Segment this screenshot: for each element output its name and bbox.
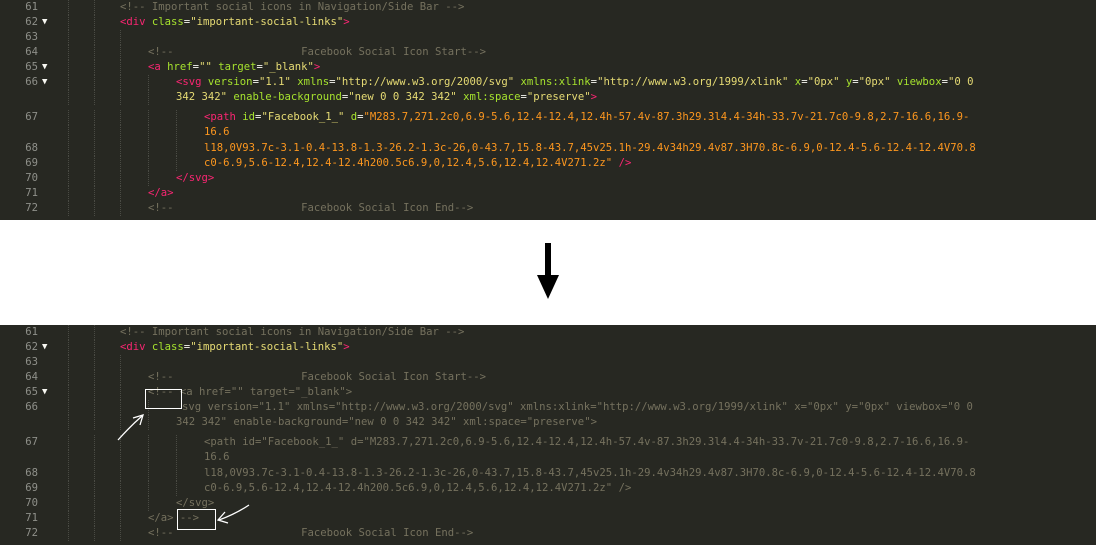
line-number: 70 (25, 172, 38, 184)
line-number: 66 (25, 76, 38, 88)
code-line: 65 ▼ <a href="" target="_blank"> (0, 60, 1096, 75)
code-text: <div class="important-social-links"> (120, 16, 350, 28)
code-line: 69 c0-6.9,5.6-12.4,12.4-12.4h200.5c6.9,0,… (0, 156, 1096, 171)
code-line: 62 ▼ <div class="important-social-links"> (0, 15, 1096, 30)
code-editor-before: 61 <!-- Important social icons in Navigat… (0, 0, 1096, 220)
code-text: <a href="" target="_blank"> (148, 61, 321, 73)
code-line: 72 <!-- Facebook Social Icon End--> (0, 201, 1096, 216)
code-line: 64 <!-- Facebook Social Icon Start--> (0, 45, 1096, 60)
code-editor-after: 61 <!-- Important social icons in Navigat… (0, 325, 1096, 545)
line-number: 62 (25, 16, 38, 28)
line-number: 68 (25, 142, 38, 154)
line-number: 72 (25, 527, 38, 539)
code-line: 70 </svg> (0, 171, 1096, 186)
line-number: 63 (25, 356, 38, 368)
line-number: 69 (25, 482, 38, 494)
code-line: 62 ▼ <div class="important-social-links"> (0, 340, 1096, 355)
code-line: 64 <!-- Facebook Social Icon Start--> (0, 370, 1096, 385)
fold-toggle-icon[interactable]: ▼ (42, 340, 47, 355)
code-line: 71 </a> (0, 186, 1096, 201)
line-number: 66 (25, 401, 38, 413)
code-line: 65 ▼ <!-- <a href="" target="_blank"> (0, 385, 1096, 400)
line-number: 72 (25, 202, 38, 214)
line-number: 64 (25, 371, 38, 383)
code-line: 66 svg version="1.1" xmlns="http://www.w3… (0, 400, 1096, 415)
line-number: 65 (25, 61, 38, 73)
line-number: 69 (25, 157, 38, 169)
line-number: 63 (25, 31, 38, 43)
line-number: 71 (25, 512, 38, 524)
code-line: 67 <path id="Facebook_1_" d="M283.7,271.2… (0, 435, 1096, 450)
line-number: 64 (25, 46, 38, 58)
code-line: 16.6 (0, 450, 1096, 465)
code-text: <svg version="1.1" xmlns="http://www.w3.… (176, 76, 974, 88)
code-line: 63 (0, 30, 1096, 45)
code-text: 342 342" enable-background="new 0 0 342 … (176, 91, 598, 103)
code-line: 71 </a> --> (0, 511, 1096, 526)
fold-toggle-icon[interactable]: ▼ (42, 60, 47, 75)
code-line: 61 <!-- Important social icons in Navigat… (0, 0, 1096, 15)
fold-toggle-icon[interactable]: ▼ (42, 75, 47, 90)
line-number: 71 (25, 187, 38, 199)
code-line: 70 </svg> (0, 496, 1096, 511)
line-number: 67 (25, 111, 38, 123)
line-number: 61 (25, 1, 38, 13)
code-line: 67 <path id="Facebook_1_" d="M283.7,271.2… (0, 110, 1096, 125)
code-text: <path id="Facebook_1_" d="M283.7,271.2c0… (204, 111, 970, 123)
fold-toggle-icon[interactable]: ▼ (42, 385, 47, 400)
code-text: c0-6.9,5.6-12.4,12.4-12.4h200.5c6.9,0,12… (204, 157, 632, 169)
code-line: 72 <!-- Facebook Social Icon End--> (0, 526, 1096, 541)
line-number: 67 (25, 436, 38, 448)
code-line: 16.6 (0, 125, 1096, 140)
code-line: 342 342" enable-background="new 0 0 342 … (0, 90, 1096, 105)
fold-toggle-icon[interactable]: ▼ (42, 15, 47, 30)
arrow-down-icon (537, 243, 559, 299)
code-line: 69 c0-6.9,5.6-12.4,12.4-12.4h200.5c6.9,0,… (0, 481, 1096, 496)
code-line: 66 ▼ <svg version="1.1" xmlns="http://www.… (0, 75, 1096, 90)
line-number: 62 (25, 341, 38, 353)
line-number: 68 (25, 467, 38, 479)
code-text: <div class="important-social-links"> (120, 341, 350, 353)
code-line: 68 l18,0V93.7c-3.1-0.4-13.8-1.3-26.2-1.3c… (0, 466, 1096, 481)
code-line: 63 (0, 355, 1096, 370)
code-line: 61 <!-- Important social icons in Navigat… (0, 325, 1096, 340)
line-number: 65 (25, 386, 38, 398)
line-number: 61 (25, 326, 38, 338)
line-number: 70 (25, 497, 38, 509)
code-line: 342 342" enable-background="new 0 0 342 … (0, 415, 1096, 430)
code-line: 68 l18,0V93.7c-3.1-0.4-13.8-1.3-26.2-1.3c… (0, 141, 1096, 156)
